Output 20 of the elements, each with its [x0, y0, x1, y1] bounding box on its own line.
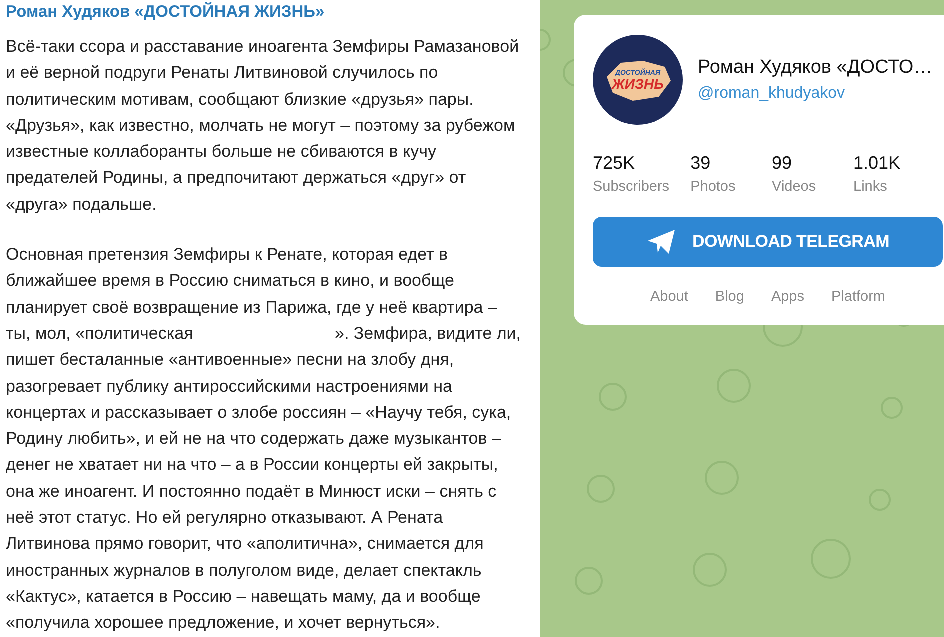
post-paragraph: Всё-таки ссора и расставание иноагента Земфиры Рамазановой и её верной подруги Ренаты Литвиновой случилось по политическим мотивам, сообщают близкие «друзья» пары. «Друзья», как известно, молчать не могут – поэтому за рубежом известные коллаборанты больше не сбиваются в кучу предателей Родины, а предпочитают держаться «друг» от «друга» подальше. — [6, 36, 520, 216]
channel-title[interactable]: Роман Худяков «ДОСТОЙНАЯ ЖИЗНЬ» — [6, 2, 540, 22]
channel-username[interactable]: @roman_khudyakov — [698, 85, 933, 103]
stat-label: Videos — [772, 179, 818, 195]
stat-label: Photos — [690, 179, 737, 195]
stat-label: Links — [854, 179, 888, 195]
stat-label: Subscribers — [593, 179, 671, 195]
stat-value: 725K — [593, 153, 636, 174]
footer-link[interactable]: Platform — [832, 289, 886, 305]
logo-text: ЖИЗНЬ — [612, 76, 664, 90]
stat-value: 1.01K — [854, 153, 902, 174]
stat-value: 39 — [690, 153, 712, 174]
footer-link[interactable]: Apps — [771, 289, 804, 305]
download-button[interactable]: DOWNLOAD TELEGRAM — [593, 217, 943, 267]
channel-name: Роман Худяков «ДОСТО… — [698, 57, 933, 79]
paper-plane-icon — [646, 229, 676, 255]
footer-link[interactable]: About — [650, 289, 688, 305]
stat-value: 99 — [772, 153, 794, 174]
footer-link[interactable]: Blog — [715, 289, 744, 305]
post-paragraph: Основная претензия Земфиры к Ренате, которая едет в ближайшее время в Россию сниматься в кино, и вообще планирует своё возвращение из Парижа, где у неё квартира – ты, мол, «политическая ». Земфира, видите ли, пишет бесталанные «антивоенные» песни на злобу дня, разогревает публику антироссийскими настроениями на концертах и рассказывает о злобе россиян – «Научу тебя, сука, Родину любить», и ей не на что содержать даже музыкантов – денег не хватает ни на что – а в России концерты ей закрыты, она же иноагент. И постоянно подаёт в Минюст иски – снять с неё этот статус. Но ей регулярно отказывают. А Рената Литвинова прямо говорит, что «аполитична», снимается для иностранных журналов в полуголом виде, делает спектакль «Кактус», катается в Россию – навещать маму, да и вообще «получила хорошее предложение, и хочет вернуться». — [6, 244, 522, 634]
